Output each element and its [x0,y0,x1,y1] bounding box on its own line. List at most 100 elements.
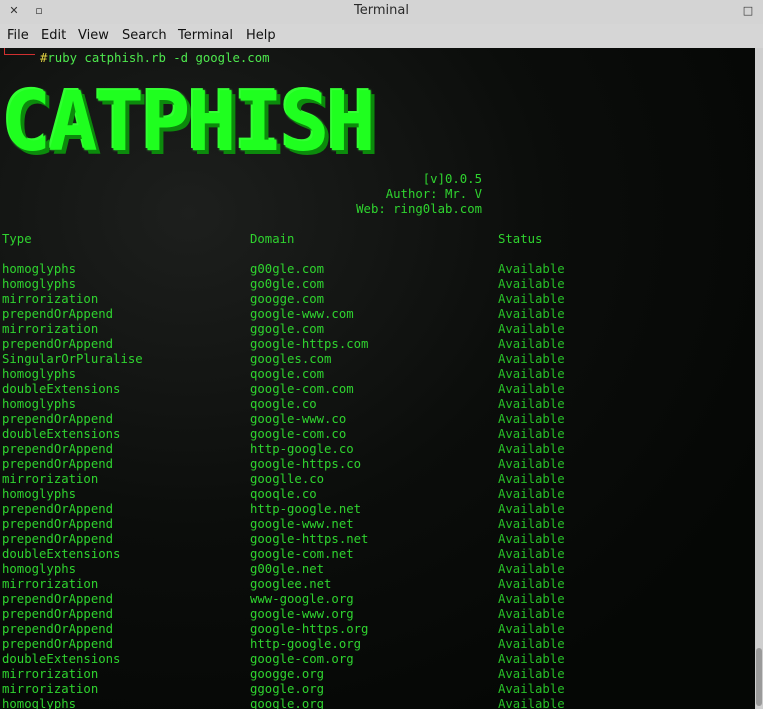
row-type-cell: homoglyphs [2,697,77,709]
row-status-cell: Available [498,472,565,486]
row-type-cell: SingularOrPluralise [2,352,143,366]
row-type-cell: mirrorization [2,322,99,336]
row-status-cell: Available [498,487,565,501]
row-status-cell: Available [498,292,565,306]
menu-search[interactable]: Search [122,28,167,43]
row-status-cell: Available [498,442,565,456]
menu-help[interactable]: Help [246,28,276,43]
row-type-cell: prependOrAppend [2,307,114,321]
row-status-cell: Available [498,637,565,651]
row-status-cell: Available [498,682,565,696]
row-domain-cell: google-https.com [250,337,369,351]
command-line: #ruby catphish.rb -d google.com [40,51,270,66]
row-type-cell: mirrorization [2,667,99,681]
row-type-cell: prependOrAppend [2,457,114,471]
row-domain-cell: http-google.org [250,637,362,651]
row-type-cell: doubleExtensions [2,652,121,666]
row-status-cell: Available [498,457,565,471]
header-status: Status [498,232,543,246]
row-status-cell: Available [498,562,565,576]
menu-view[interactable]: View [78,28,109,43]
row-domain-cell: ggogle.com [250,322,325,336]
row-domain-cell: googles.com [250,352,332,366]
row-domain-cell: google-https.co [250,457,362,471]
row-status-cell: Available [498,382,565,396]
menu-terminal[interactable]: Terminal [178,28,233,43]
row-type-cell: homoglyphs [2,367,77,381]
row-type-cell: prependOrAppend [2,592,114,606]
row-status-cell: Available [498,277,565,291]
row-type-cell: mirrorization [2,682,99,696]
row-status-cell: Available [498,607,565,621]
row-type-cell: prependOrAppend [2,442,114,456]
title-bar[interactable]: ✕ ▫ Terminal □ [0,0,763,24]
row-status-cell: Available [498,337,565,351]
row-status-cell: Available [498,322,565,336]
row-type-cell: prependOrAppend [2,337,114,351]
row-domain-cell: googlee.net [250,577,332,591]
row-status-cell: Available [498,352,565,366]
row-type-cell: mirrorization [2,472,99,486]
row-type-cell: homoglyphs [2,277,77,291]
row-domain-cell: googge.com [250,292,325,306]
maximize-icon[interactable]: □ [742,5,754,17]
row-status-cell: Available [498,697,565,709]
row-type-cell: homoglyphs [2,397,77,411]
web-text: Web: ring0lab.com [356,202,482,216]
row-type-cell: doubleExtensions [2,427,121,441]
row-domain-cell: google-https.org [250,622,369,636]
row-domain-cell: google-www.net [250,517,354,531]
row-type-cell: mirrorization [2,577,99,591]
row-domain-cell: google-www.org [250,607,354,621]
row-domain-cell: www-google.org [250,592,354,606]
menu-bar: File Edit View Search Terminal Help [0,24,763,48]
row-status-cell: Available [498,592,565,606]
row-type-cell: prependOrAppend [2,517,114,531]
menu-edit[interactable]: Edit [41,28,66,43]
row-type-cell: prependOrAppend [2,532,114,546]
row-status-cell: Available [498,367,565,381]
prompt-corner-line [4,48,35,55]
row-status-cell: Available [498,412,565,426]
row-domain-cell: qoogle.com [250,367,325,381]
row-domain-cell: google-https.net [250,532,369,546]
row-domain-cell: google-com.com [250,382,354,396]
row-status-cell: Available [498,307,565,321]
row-domain-cell: go0gle.com [250,277,325,291]
row-status-cell: Available [498,577,565,591]
row-type-cell: prependOrAppend [2,637,114,651]
row-status-cell: Available [498,622,565,636]
row-domain-cell: qoogle.co [250,397,317,411]
row-type-cell: homoglyphs [2,562,77,576]
row-domain-cell: googlle.co [250,472,325,486]
row-domain-cell: google-www.co [250,412,347,426]
row-domain-cell: googge.org [250,667,325,681]
row-domain-cell: http-google.co [250,442,354,456]
row-status-cell: Available [498,517,565,531]
row-status-cell: Available [498,397,565,411]
scrollbar[interactable] [755,48,763,709]
header-domain: Domain [250,232,295,246]
row-type-cell: prependOrAppend [2,502,114,516]
version-text: [v]0.0.5 [422,172,482,186]
terminal-output[interactable]: #ruby catphish.rb -d google.com CATPHISH… [0,48,755,709]
row-domain-cell: http-google.net [250,502,362,516]
row-domain-cell: ggogle.org [250,682,325,696]
row-status-cell: Available [498,262,565,276]
row-domain-cell: google-www.com [250,307,354,321]
row-type-cell: homoglyphs [2,262,77,276]
scrollbar-thumb[interactable] [756,648,762,706]
row-domain-cell: qoogle.org [250,697,325,709]
menu-file[interactable]: File [7,28,29,43]
row-type-cell: prependOrAppend [2,607,114,621]
row-type-cell: doubleExtensions [2,547,121,561]
row-domain-cell: google-com.org [250,652,354,666]
catphish-logo: CATPHISH [2,75,376,170]
row-domain-cell: g00gle.com [250,262,325,276]
row-domain-cell: g00gle.net [250,562,325,576]
window-title: Terminal [354,3,409,18]
header-type: Type [2,232,32,246]
row-domain-cell: google-com.co [250,427,347,441]
row-status-cell: Available [498,502,565,516]
row-type-cell: prependOrAppend [2,622,114,636]
